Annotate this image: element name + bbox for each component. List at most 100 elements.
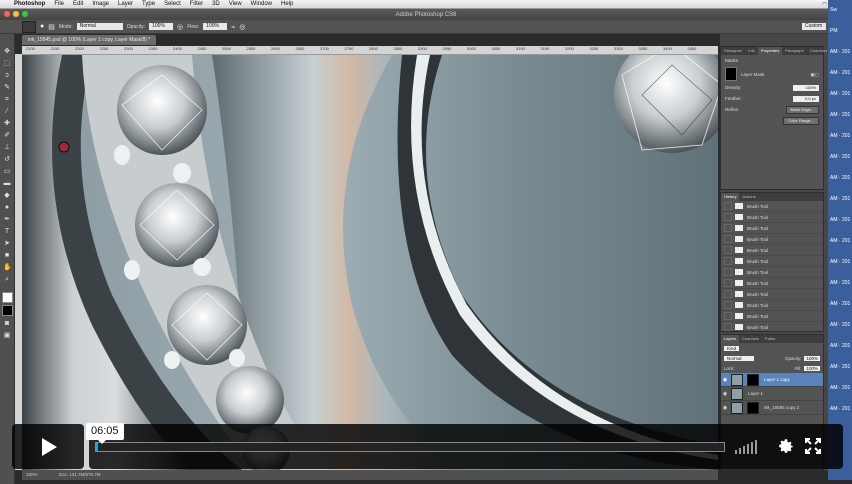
healing-tool-icon[interactable]: ✚ (3, 120, 11, 128)
menu-image[interactable]: Image (92, 1, 109, 7)
history-brush-tool-icon[interactable]: ↺ (3, 156, 11, 164)
document-canvas[interactable] (22, 55, 718, 470)
mask-edge-button[interactable]: Mask Edge... (785, 105, 819, 114)
wifi-icon[interactable]: ◠ (822, 1, 827, 8)
layer-mask-thumbnail[interactable] (747, 401, 759, 414)
finder-entry[interactable]: AM · 201 (828, 252, 852, 273)
history-item[interactable]: Brush Tool (721, 201, 823, 212)
history-item[interactable]: Brush Tool (721, 300, 823, 311)
zoom-tool-icon[interactable]: ⌕ (3, 276, 11, 284)
menu-3d[interactable]: 3D (212, 1, 220, 7)
finder-entry[interactable]: AM · 201 (828, 105, 852, 126)
finder-entry[interactable]: PM (828, 21, 852, 42)
history-checkbox[interactable] (724, 312, 732, 320)
blur-tool-icon[interactable]: ◆ (3, 192, 11, 200)
history-item[interactable]: Brush Tool (721, 278, 823, 289)
pressure-size-icon[interactable]: ◎ (239, 23, 245, 31)
menu-view[interactable]: View (229, 1, 242, 7)
zoom-window-button[interactable] (22, 11, 28, 17)
visibility-eye-icon[interactable]: ◉ (721, 405, 729, 411)
history-checkbox[interactable] (724, 257, 732, 265)
layer-thumbnail[interactable] (731, 401, 743, 414)
blend-mode-select[interactable]: Normal (724, 355, 754, 361)
eyedropper-tool-icon[interactable]: ⁄ (3, 108, 11, 116)
finder-entry[interactable]: Sw (828, 0, 852, 21)
history-item[interactable]: Brush Tool (721, 212, 823, 223)
fullscreen-icon[interactable] (805, 438, 821, 454)
finder-entry[interactable]: AM · 201 (828, 63, 852, 84)
history-checkbox[interactable] (724, 301, 732, 309)
visibility-eye-icon[interactable]: ◉ (721, 391, 729, 397)
eraser-tool-icon[interactable]: ▭ (3, 168, 11, 176)
menu-photoshop[interactable]: Photoshop (14, 1, 45, 7)
tool-preset-picker[interactable] (22, 20, 36, 33)
brush-panel-icon[interactable]: ▤ (48, 23, 55, 31)
history-checkbox[interactable] (724, 323, 732, 331)
gear-icon[interactable] (777, 437, 795, 455)
tab-properties[interactable]: Properties (757, 47, 783, 55)
tab-histogram[interactable]: Histogram (721, 47, 745, 55)
layer-thumbnail[interactable] (731, 387, 743, 400)
menu-filter[interactable]: Filter (190, 1, 203, 7)
quick-select-tool-icon[interactable]: ✎ (3, 84, 11, 92)
brush-tool-icon[interactable]: ✐ (3, 132, 11, 140)
minimize-window-button[interactable] (13, 11, 19, 17)
finder-entry[interactable]: AM · 201 (828, 273, 852, 294)
gradient-tool-icon[interactable]: ▬ (3, 180, 11, 188)
zoom-level[interactable]: 100% (26, 472, 38, 477)
history-checkbox[interactable] (724, 235, 732, 243)
history-checkbox[interactable] (724, 202, 732, 210)
volume-bars-icon[interactable] (735, 440, 757, 454)
progress-track[interactable] (95, 442, 725, 452)
feather-field[interactable]: 0.0 px (793, 95, 819, 102)
fill-field[interactable]: 100% (804, 365, 820, 371)
crop-tool-icon[interactable]: ⌗ (3, 96, 11, 104)
play-button[interactable] (12, 424, 84, 469)
history-item[interactable]: Brush Tool (721, 223, 823, 234)
kind-filter-select[interactable]: Kind (724, 345, 740, 351)
marquee-tool-icon[interactable]: ⬚ (3, 60, 11, 68)
history-item[interactable]: Brush Tool (721, 245, 823, 256)
menu-select[interactable]: Select (164, 1, 181, 7)
tab-character[interactable]: Character (807, 47, 831, 55)
menu-edit[interactable]: Edit (73, 1, 83, 7)
layer-opacity-field[interactable]: 100% (804, 355, 820, 361)
pressure-opacity-icon[interactable]: ◎ (177, 23, 183, 31)
pen-tool-icon[interactable]: ✒ (3, 216, 11, 224)
history-item[interactable]: Brush Tool (721, 256, 823, 267)
lasso-tool-icon[interactable]: ↄ (3, 72, 11, 80)
density-field[interactable]: 100% (793, 84, 819, 91)
history-item[interactable]: Brush Tool (721, 289, 823, 300)
airbrush-icon[interactable]: ⌁ (231, 23, 235, 31)
finder-entry[interactable]: AM · 201 (828, 399, 852, 420)
finder-entry[interactable]: AM · 201 (828, 231, 852, 252)
tab-info[interactable]: Info (745, 47, 758, 55)
layer-row[interactable]: ◉ Layer 1 (721, 387, 823, 401)
move-tool-icon[interactable]: ✥ (3, 48, 11, 56)
finder-entry[interactable]: AM · 201 (828, 336, 852, 357)
menu-type[interactable]: Type (142, 1, 155, 7)
finder-entry[interactable]: AM · 201 (828, 378, 852, 399)
history-item[interactable]: Brush Tool (721, 234, 823, 245)
document-tab[interactable]: ink_15845.psd @ 100% (Layer 1 copy, Laye… (22, 35, 157, 45)
tab-layers[interactable]: Layers (721, 335, 740, 343)
history-checkbox[interactable] (724, 246, 732, 254)
mode-select[interactable]: Normal (76, 23, 123, 30)
background-color-swatch[interactable] (1, 305, 13, 316)
hand-tool-icon[interactable]: ✋ (3, 264, 12, 272)
quick-mask-icon[interactable]: ◙ (3, 320, 11, 328)
finder-entry[interactable]: AM · 201 (828, 189, 852, 210)
color-range-button[interactable]: Color Range... (783, 116, 819, 125)
tab-paths[interactable]: Paths (762, 335, 778, 343)
finder-entry[interactable]: AM · 201 (828, 294, 852, 315)
finder-entry[interactable]: AM · 201 (828, 42, 852, 63)
history-checkbox[interactable] (724, 279, 732, 287)
history-item[interactable]: Brush Tool (721, 322, 823, 331)
mask-thumbnail[interactable] (725, 67, 737, 81)
finder-entry[interactable]: AM · 201 (828, 315, 852, 336)
visibility-eye-icon[interactable]: ◉ (721, 377, 729, 383)
workspace-select[interactable]: Custom (802, 23, 826, 30)
dodge-tool-icon[interactable]: ● (3, 204, 11, 212)
finder-entry[interactable]: AM · 201 (828, 84, 852, 105)
menu-file[interactable]: File (54, 1, 64, 7)
